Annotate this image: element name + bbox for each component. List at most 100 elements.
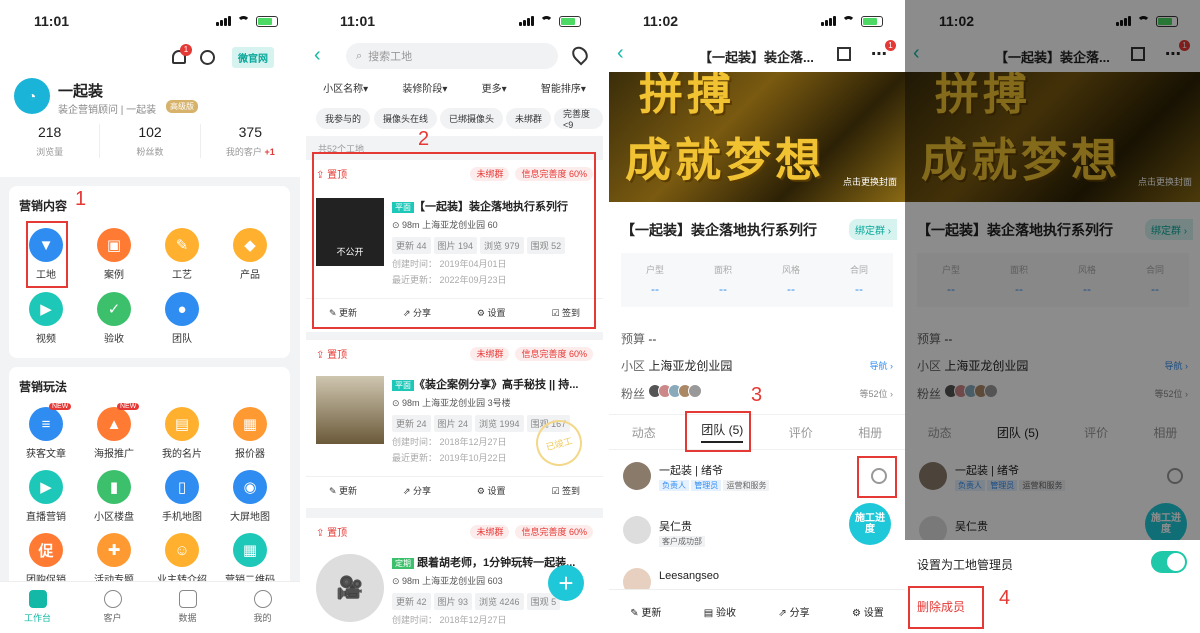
- settings-icon[interactable]: [200, 50, 215, 65]
- step-marker-2: 2: [418, 128, 430, 150]
- camera-thumbnail-icon: 🎥: [316, 554, 384, 622]
- back-arrow-icon[interactable]: ‹: [314, 44, 321, 67]
- completeness-pill[interactable]: 信息完善度 60%: [515, 524, 593, 539]
- highlight-box-2: [312, 152, 596, 329]
- grid-item-inspection[interactable]: ✓ 验收: [89, 292, 139, 345]
- checkin-button[interactable]: ☑ 签到: [551, 484, 580, 497]
- filter-more[interactable]: 更多▾: [482, 80, 507, 95]
- grid-item-case[interactable]: ▣ 案例: [89, 228, 139, 281]
- grid-item-event[interactable]: ✚活动专题: [89, 533, 139, 586]
- search-input[interactable]: ⌕ 搜索工地: [346, 43, 558, 69]
- detail-tabs: 动态 团队 (5) 评价 相册: [609, 414, 905, 450]
- wifi-icon: [842, 16, 855, 26]
- battery-icon: [559, 15, 581, 27]
- grid-item-screen-map[interactable]: ◉ 大屏地图: [225, 470, 275, 523]
- tab-mine[interactable]: 我的: [225, 582, 300, 633]
- highlight-box-gear: [857, 456, 897, 498]
- chip-camera-bound[interactable]: 已绑摄像头: [440, 108, 504, 129]
- grid-item-promo[interactable]: 促团购促销: [21, 533, 71, 586]
- tab-reviews[interactable]: 评价: [789, 424, 813, 441]
- inspection-button[interactable]: ▤ 验收: [704, 604, 736, 619]
- building-icon: ▮: [97, 470, 131, 504]
- more-badge: 1: [885, 40, 896, 51]
- cover-text: 成就梦想: [625, 133, 825, 187]
- site-card[interactable]: ⇪ 置顶 未绑群 信息完善度 60% 平面 《装企案例分享》高手秘技 || 持... …: [306, 340, 603, 508]
- marketing-play-card: 营销玩法 ≡ 获客文章 NEW ▲ 海报推广 NEW ▤ 我的名片 ▦ 报价器 ▶ 直播营…: [9, 367, 290, 597]
- back-arrow-icon[interactable]: ‹: [617, 42, 624, 65]
- share-button[interactable]: ⇗ 分享: [778, 604, 809, 619]
- settings-button[interactable]: ⚙ 设置: [852, 604, 884, 619]
- share-out-icon[interactable]: [837, 47, 851, 61]
- site-detail-screen: 11:02 ‹ 【一起装】装企落... ⋯ 1 拼搏 成就梦想 点击更换封面 【…: [609, 0, 905, 633]
- tab-customers[interactable]: 客户: [75, 582, 150, 633]
- filter-sort[interactable]: 智能排序▾: [541, 80, 586, 95]
- site-title: 跟着胡老师，1分钟玩转一起装...: [417, 557, 576, 569]
- profile-subtitle: 装企营销顾问 | 一起装: [58, 105, 157, 116]
- grid-item-poster[interactable]: ▲ 海报推广: [89, 407, 139, 460]
- progress-float-button[interactable]: 施工进度: [849, 503, 891, 545]
- share-button[interactable]: ⇗ 分享: [403, 484, 431, 497]
- box-icon: ◆: [233, 228, 267, 262]
- smile-icon: [253, 590, 272, 608]
- grid-item-phone-map[interactable]: ▯ 手机地图: [157, 470, 207, 523]
- completeness-pill[interactable]: 信息完善度 60%: [515, 346, 593, 361]
- tab-feed[interactable]: 动态: [632, 424, 656, 441]
- chip-no-group[interactable]: 未绑群: [506, 108, 552, 129]
- grid-item-referral[interactable]: ☺业主转介绍: [157, 533, 207, 586]
- admin-toggle[interactable]: [1151, 551, 1187, 573]
- tab-data[interactable]: 数据: [150, 582, 225, 633]
- chip-joined[interactable]: 我参与的: [316, 108, 371, 129]
- community-row[interactable]: 小区 上海亚龙创业园 导航 ›: [609, 357, 905, 374]
- marketing-content-card: 营销内容 1 ▼ 工地 ▣ 案例 ✎ 工艺 ◆ 产品 ▶ 视频 ✓ 验收 ● 团队: [9, 186, 290, 358]
- change-cover-button[interactable]: 点击更换封面: [843, 175, 897, 188]
- official-site-button[interactable]: 微官网: [232, 47, 274, 68]
- workbench-icon: [28, 590, 47, 608]
- grid-item-product[interactable]: ◆ 产品: [225, 228, 275, 281]
- settings-button[interactable]: ⚙ 设置: [477, 484, 506, 497]
- bell-badge: 1: [180, 44, 192, 56]
- grid-item-article[interactable]: ≡ 获客文章: [21, 407, 71, 460]
- created-date: 创建时间： 2018年12月27日: [392, 437, 507, 447]
- navigate-link[interactable]: 导航 ›: [869, 359, 893, 372]
- filter-community[interactable]: 小区名称▾: [323, 80, 368, 95]
- site-title: 《装企案例分享》高手秘技 || 持...: [414, 379, 579, 391]
- tab-workbench[interactable]: 工作台: [0, 582, 75, 633]
- grid-item-live[interactable]: ▶ 直播营销: [21, 470, 71, 523]
- grid-item-craft[interactable]: ✎ 工艺: [157, 228, 207, 281]
- stat-views[interactable]: 218 浏览量: [0, 124, 99, 158]
- cover-image[interactable]: 拼搏 成就梦想 点击更换封面: [609, 72, 905, 202]
- update-button[interactable]: ✎ 更新: [329, 484, 357, 497]
- grid-item-quote[interactable]: ▦ 报价器: [225, 407, 275, 460]
- bind-group-button[interactable]: 绑定群 ›: [849, 219, 898, 240]
- step-marker-4: 4: [999, 587, 1011, 609]
- stat-fans[interactable]: 102 粉丝数: [99, 124, 199, 158]
- video-icon: ▶: [29, 292, 63, 326]
- referral-icon: ☺: [165, 533, 199, 567]
- add-site-button[interactable]: +: [548, 565, 584, 601]
- grid-item-estate[interactable]: ▮ 小区楼盘: [89, 470, 139, 523]
- update-button[interactable]: ✎ 更新: [630, 604, 661, 619]
- battery-icon: [861, 15, 883, 27]
- step-marker-1: 1: [75, 188, 87, 210]
- grid-item-team[interactable]: ● 团队: [157, 292, 207, 345]
- qrcode-icon: ▦: [233, 533, 267, 567]
- tab-album[interactable]: 相册: [858, 424, 882, 441]
- pencil-icon: ✎: [165, 228, 199, 262]
- grid-item-qrcode[interactable]: ▦营销二维码: [225, 533, 275, 586]
- case-icon: ▣: [97, 228, 131, 262]
- grid-item-video[interactable]: ▶ 视频: [21, 292, 71, 345]
- grid-item-card[interactable]: ▤ 我的名片: [157, 407, 207, 460]
- chart-icon: [178, 590, 197, 608]
- group-pill[interactable]: 未绑群: [470, 346, 510, 361]
- chip-camera-online[interactable]: 摄像头在线: [374, 108, 438, 129]
- highlight-box-4: [908, 586, 984, 629]
- group-pill[interactable]: 未绑群: [470, 524, 510, 539]
- modal-overlay[interactable]: [905, 0, 1200, 540]
- stat-customers[interactable]: 375 我的客户 +1: [199, 124, 300, 158]
- filter-stage[interactable]: 装修阶段▾: [402, 80, 447, 95]
- member-row[interactable]: Leesangseo: [609, 562, 905, 596]
- clock: 11:02: [643, 13, 679, 29]
- promo-icon: 促: [29, 533, 63, 567]
- calculator-icon: ▦: [233, 407, 267, 441]
- chip-completeness[interactable]: 完善度<9: [554, 108, 603, 130]
